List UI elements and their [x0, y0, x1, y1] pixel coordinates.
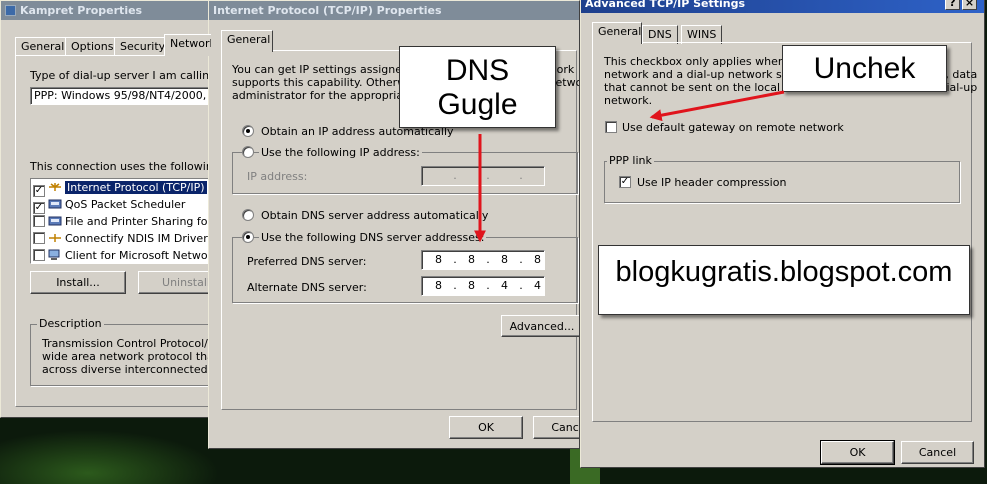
network-connection-icon: [5, 5, 16, 16]
ip-octet: 8: [435, 253, 442, 266]
service-icon: [48, 216, 62, 226]
ip-address-label: IP address:: [247, 170, 308, 183]
advanced-titlebar[interactable]: Advanced TCP/IP Settings: [581, 0, 984, 13]
list-item[interactable]: Connectify NDIS IM Driver: [33, 231, 211, 247]
default-gateway-label[interactable]: Use default gateway on remote network: [622, 121, 844, 134]
ip-address-field: ...: [421, 166, 545, 186]
ip-header-compression-label[interactable]: Use IP header compression: [637, 176, 786, 189]
tab-general[interactable]: General: [15, 37, 71, 56]
ip-manual-label[interactable]: Use the following IP address:: [259, 146, 422, 159]
dns-manual-label[interactable]: Use the following DNS server addresses:: [259, 231, 487, 244]
ip-octet: 4: [534, 279, 541, 292]
tab-network[interactable]: Network: [164, 34, 211, 56]
client-icon: [48, 249, 60, 260]
list-item[interactable]: ✓ Internet Protocol (TCP/IP): [33, 180, 211, 197]
kampret-title: Kampret Properties: [20, 4, 143, 17]
preferred-dns-field[interactable]: 8.8.8.8: [421, 250, 545, 270]
ppp-link-title: PPP link: [607, 154, 654, 167]
kampret-titlebar[interactable]: Kampret Properties: [1, 1, 211, 20]
list-item[interactable]: Client for Microsoft Networks: [33, 248, 212, 263]
ip-header-compression-checkbox[interactable]: ✓: [619, 176, 631, 188]
description-line: across diverse interconnected networks.: [42, 363, 211, 376]
help-button[interactable]: ?: [945, 0, 960, 10]
description-line: Transmission Control Protocol/Internet P…: [42, 337, 211, 350]
tcpip-titlebar[interactable]: Internet Protocol (TCP/IP) Properties: [209, 1, 579, 20]
protocol-icon: [49, 183, 61, 191]
components-list[interactable]: ✓ Internet Protocol (TCP/IP) ✓ QoS Packet …: [30, 178, 212, 264]
description-title: Description: [37, 317, 104, 330]
tab-general[interactable]: General: [221, 30, 273, 52]
components-label: This connection uses the following items…: [30, 160, 211, 173]
dns-callout: DNS Gugle: [399, 46, 556, 128]
dns-auto-radio[interactable]: [242, 209, 254, 221]
component-checkbox[interactable]: ✓: [33, 202, 45, 214]
ip-manual-radio[interactable]: [242, 146, 254, 158]
component-checkbox[interactable]: [33, 215, 45, 227]
default-gateway-checkbox[interactable]: [605, 121, 617, 133]
ip-octet: 4: [501, 279, 508, 292]
ip-octet: 8: [534, 253, 541, 266]
dns-auto-label[interactable]: Obtain DNS server address automatically: [261, 209, 488, 222]
component-checkbox[interactable]: ✓: [33, 185, 45, 197]
dns-callout-line: Gugle: [437, 88, 518, 121]
kampret-properties-window: Kampret Properties General Options Secur…: [0, 0, 212, 418]
ip-octet: 8: [468, 253, 475, 266]
ip-auto-radio[interactable]: [242, 125, 254, 137]
advanced-title: Advanced TCP/IP Settings: [585, 0, 746, 10]
dns-callout-line: DNS: [445, 54, 510, 87]
protocol-icon: [49, 234, 61, 242]
info-line: network.: [604, 94, 653, 107]
tab-security[interactable]: Security: [114, 37, 172, 56]
component-label: Internet Protocol (TCP/IP): [65, 181, 207, 194]
ok-button[interactable]: OK: [449, 416, 523, 439]
close-button[interactable]: ×: [962, 0, 977, 10]
service-icon: [48, 199, 62, 209]
advanced-button[interactable]: Advanced...: [501, 315, 579, 337]
component-label: Client for Microsoft Networks: [65, 249, 212, 262]
component-label: QoS Packet Scheduler: [65, 198, 186, 211]
unchek-callout: Unchek: [782, 45, 947, 92]
uninstall-button[interactable]: Uninstall: [138, 271, 211, 294]
alternate-dns-field[interactable]: 8.8.4.4: [421, 276, 545, 296]
component-label: Connectify NDIS IM Driver: [65, 232, 208, 245]
install-button[interactable]: Install...: [30, 271, 126, 294]
dns-manual-radio[interactable]: [242, 231, 254, 243]
component-checkbox[interactable]: [33, 232, 45, 244]
dialup-server-label: Type of dial-up server I am calling:: [30, 69, 212, 82]
component-label: File and Printer Sharing for Microsoft N…: [65, 215, 212, 228]
ip-octet: 8: [435, 279, 442, 292]
tab-general[interactable]: General: [592, 22, 642, 44]
alternate-dns-label: Alternate DNS server:: [247, 281, 367, 294]
ok-button[interactable]: OK: [820, 440, 895, 465]
brand-watermark: blogkugratis.blogspot.com: [598, 245, 970, 315]
tab-options[interactable]: Options: [65, 37, 120, 56]
list-item[interactable]: ✓ QoS Packet Scheduler: [33, 197, 211, 214]
dialup-server-select[interactable]: PPP: Windows 95/98/NT4/2000, Internet: [30, 87, 211, 105]
cancel-button[interactable]: Cancel: [533, 416, 579, 439]
description-line: wide area network protocol that provides…: [42, 350, 211, 363]
preferred-dns-label: Preferred DNS server:: [247, 255, 367, 268]
cancel-button[interactable]: Cancel: [901, 441, 974, 464]
component-checkbox[interactable]: [33, 249, 45, 261]
ip-octet: 8: [468, 279, 475, 292]
ip-octet: 8: [501, 253, 508, 266]
desktop-background: [0, 430, 220, 484]
list-item[interactable]: File and Printer Sharing for Microsoft N…: [33, 214, 212, 230]
